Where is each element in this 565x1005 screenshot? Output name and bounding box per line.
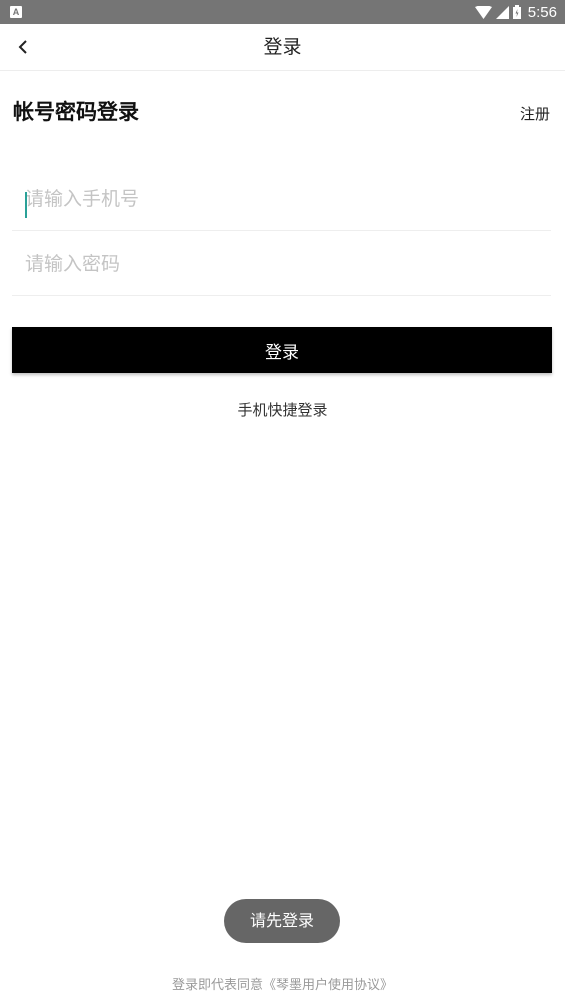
- battery-icon: [512, 5, 521, 19]
- login-method-heading: 帐号密码登录: [13, 100, 139, 124]
- agreement-text: 登录即代表同意《琴墨用户使用协议》: [0, 974, 565, 993]
- app-notification-icon: A: [10, 6, 22, 18]
- status-bar-indicators: 5:56: [474, 0, 557, 24]
- phone-input[interactable]: [25, 167, 525, 230]
- quick-login-link[interactable]: 手机快捷登录: [237, 401, 327, 419]
- text-cursor: [25, 192, 27, 218]
- wifi-icon: [474, 5, 492, 19]
- quick-login-row: 手机快捷登录: [0, 399, 565, 420]
- phone-field-row: [12, 167, 551, 231]
- status-time: 5:56: [527, 3, 557, 21]
- agreement-link[interactable]: 《琴墨用户使用协议》: [263, 978, 393, 993]
- status-bar: A 5:56: [0, 0, 565, 24]
- cellular-signal-icon: [495, 5, 509, 19]
- password-field-row: [12, 232, 551, 296]
- agreement-prefix: 登录即代表同意: [171, 978, 263, 993]
- navigation-bar: 登录: [0, 24, 565, 71]
- login-button[interactable]: 登录: [12, 327, 552, 373]
- register-link[interactable]: 注册: [520, 103, 550, 124]
- toast-message: 请先登录: [224, 899, 340, 943]
- password-input[interactable]: [25, 232, 525, 295]
- page-title: 登录: [263, 36, 302, 58]
